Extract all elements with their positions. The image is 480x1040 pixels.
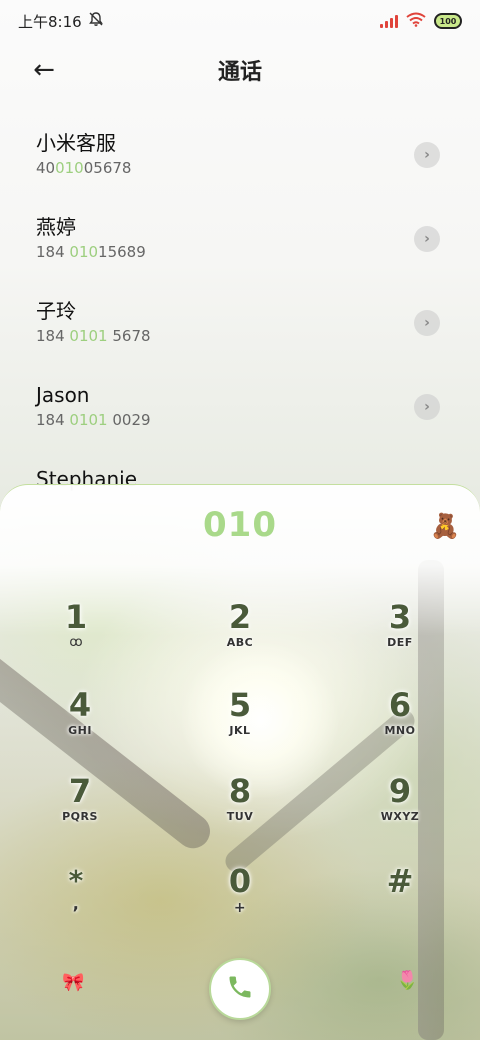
contact-list: 小米客服 4001005678 › 燕婷 184 01015689 › 子玲 1… [0, 124, 480, 544]
battery-level: 100 [439, 16, 457, 26]
key-letters: DEF [387, 636, 413, 649]
number-match: 010 [69, 243, 99, 261]
key-5[interactable]: 5 JKL [180, 686, 300, 762]
bell-slash-icon [88, 11, 104, 31]
key-digit: * [68, 864, 84, 897]
contact-number: 184 01015689 [36, 242, 480, 262]
key-letters: + [233, 900, 247, 916]
key-digit: 5 [228, 686, 252, 724]
chevron-right-icon[interactable]: › [414, 142, 440, 168]
number-suffix: 0029 [107, 411, 151, 429]
key-hash[interactable]: # [340, 862, 460, 938]
key-7[interactable]: 7 PQRS [20, 772, 140, 848]
voicemail-icon: ꝏ [69, 635, 83, 650]
key-digit: 4 [68, 686, 92, 724]
chevron-right-icon[interactable]: › [414, 226, 440, 252]
key-letters: WXYZ [380, 810, 420, 823]
dialed-number: 010 [203, 505, 277, 545]
key-digit: 8 [228, 772, 252, 810]
dialpad-panel: 010 🧸 [0, 484, 480, 1040]
key-3[interactable]: 3 DEF [340, 598, 460, 674]
key-4[interactable]: 4 GHI [20, 686, 140, 762]
key-digit: 1 [64, 598, 88, 636]
number-suffix: 05678 [83, 159, 132, 177]
key-digit: 2 [228, 598, 252, 636]
key-letters: PQRS [62, 810, 98, 823]
battery-icon: 100 [434, 13, 462, 29]
wifi-icon [406, 12, 426, 31]
key-digit: # [386, 862, 414, 900]
contact-number: 4001005678 [36, 158, 480, 178]
signal-icon [380, 14, 398, 28]
key-letters: MNO [384, 724, 416, 737]
contact-item[interactable]: 子玲 184 0101 5678 › [0, 292, 480, 376]
status-bar: 上午8:16 100 [0, 0, 480, 42]
key-digit: 6 [388, 686, 412, 724]
key-digit: 0 [228, 862, 252, 900]
status-time: 上午8:16 [18, 12, 82, 31]
ribbon-icon: 🎀 [62, 972, 85, 993]
header: ← 通话 [0, 46, 480, 94]
number-prefix: 40 [36, 159, 56, 177]
number-match: 0101 [69, 411, 108, 429]
phone-icon [226, 973, 254, 1005]
number-match: 010 [55, 159, 84, 177]
key-letters: , [72, 894, 80, 913]
tulip-icon: 🌷 [396, 970, 419, 991]
number-prefix: 184 [36, 243, 70, 261]
page-title: 通话 [217, 60, 262, 85]
key-1[interactable]: 1 ꝏ [16, 598, 136, 674]
number-suffix: 5678 [107, 327, 151, 345]
key-digit: 7 [68, 772, 92, 810]
key-8[interactable]: 8 TUV [180, 772, 300, 848]
key-6[interactable]: 6 MNO [340, 686, 460, 762]
key-letters: ABC [226, 636, 254, 649]
chevron-right-icon[interactable]: › [414, 394, 440, 420]
key-letters: JKL [229, 724, 251, 737]
number-match: 0101 [69, 327, 108, 345]
contact-item[interactable]: 小米客服 4001005678 › [0, 124, 480, 208]
key-star[interactable]: * , [16, 864, 136, 940]
number-suffix: 15689 [98, 243, 146, 261]
key-0[interactable]: 0 + [180, 862, 300, 938]
call-button[interactable] [209, 958, 271, 1020]
contact-number: 184 0101 5678 [36, 326, 480, 346]
number-prefix: 184 [36, 411, 70, 429]
contact-number: 184 0101 0029 [36, 410, 480, 430]
number-prefix: 184 [36, 327, 70, 345]
teddy-bear-icon[interactable]: 🧸 [430, 511, 460, 541]
contact-item[interactable]: 燕婷 184 01015689 › [0, 208, 480, 292]
contact-item[interactable]: Jason 184 0101 0029 › [0, 376, 480, 460]
key-digit: 3 [388, 598, 412, 636]
key-letters: TUV [226, 810, 254, 823]
key-9[interactable]: 9 WXYZ [340, 772, 460, 848]
key-2[interactable]: 2 ABC [180, 598, 300, 674]
chevron-right-icon[interactable]: › [414, 310, 440, 336]
key-letters: GHI [68, 724, 92, 737]
key-digit: 9 [388, 772, 412, 810]
